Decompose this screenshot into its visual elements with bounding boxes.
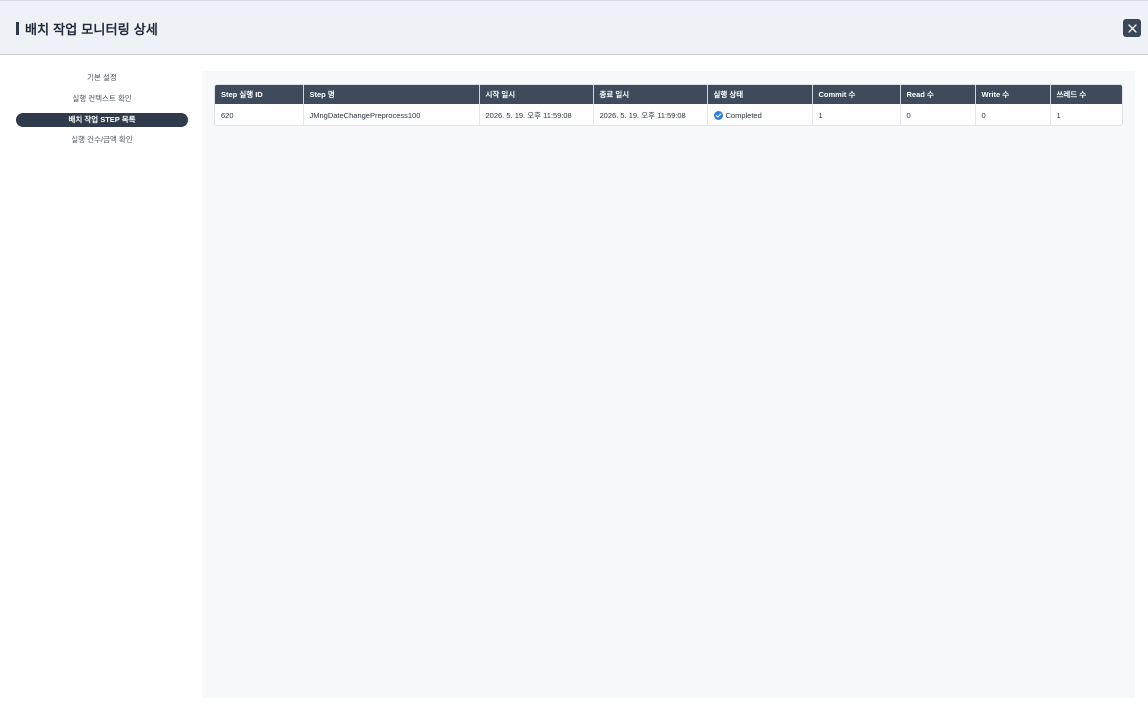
cell-read-count: 0 bbox=[900, 104, 976, 125]
column-header-step-exec-id[interactable]: Step 실행 ID bbox=[215, 85, 304, 104]
sidebar-item-step-list[interactable]: 배치 작업 STEP 목록 bbox=[16, 113, 188, 127]
column-header-step-name[interactable]: Step 명 bbox=[303, 85, 480, 104]
cell-start-time: 2026. 5. 19. 오후 11:59:08 bbox=[479, 104, 594, 125]
table-header-row: Step 실행 ID Step 명 시작 일시 종료 일시 실행 상태 Comm… bbox=[215, 85, 1122, 104]
close-button[interactable] bbox=[1123, 19, 1141, 37]
table-row[interactable]: 620 JMngDateChangePreprocess100 2026. 5.… bbox=[215, 104, 1122, 125]
app-window: 배치 작업 모니터링 상세 기본 설정 실행 컨텍스트 확인 배치 작업 STE… bbox=[0, 0, 1148, 712]
step-table-container: Step 실행 ID Step 명 시작 일시 종료 일시 실행 상태 Comm… bbox=[214, 84, 1123, 126]
column-header-read-count[interactable]: Read 수 bbox=[900, 85, 976, 104]
sidebar-item-basic-settings[interactable]: 기본 설정 bbox=[16, 71, 188, 85]
sidebar-item-execution-context[interactable]: 실행 컨텍스트 확인 bbox=[16, 92, 188, 106]
sidebar-nav: 기본 설정 실행 컨텍스트 확인 배치 작업 STEP 목록 실행 건수/금액 … bbox=[0, 55, 202, 712]
status-badge: Completed bbox=[713, 104, 806, 125]
cell-end-time: 2026. 5. 19. 오후 11:59:08 bbox=[593, 104, 708, 125]
cell-step-name: JMngDateChangePreprocess100 bbox=[303, 104, 480, 125]
column-header-end-time[interactable]: 종료 일시 bbox=[593, 85, 708, 104]
cell-write-count: 0 bbox=[975, 104, 1051, 125]
column-header-commit-count[interactable]: Commit 수 bbox=[812, 85, 901, 104]
main-content: Step 실행 ID Step 명 시작 일시 종료 일시 실행 상태 Comm… bbox=[202, 71, 1135, 698]
cell-thread-count: 1 bbox=[1050, 104, 1122, 125]
sidebar-item-count-amount[interactable]: 실행 건수/금액 확인 bbox=[16, 133, 188, 147]
column-header-thread-count[interactable]: 쓰레드 수 bbox=[1050, 85, 1122, 104]
title-accent-bar bbox=[16, 22, 19, 35]
cell-step-exec-id: 620 bbox=[215, 104, 304, 125]
column-header-write-count[interactable]: Write 수 bbox=[975, 85, 1051, 104]
column-header-status[interactable]: 실행 상태 bbox=[707, 85, 813, 104]
cell-status: Completed bbox=[707, 104, 813, 125]
check-circle-icon bbox=[713, 110, 723, 120]
column-header-start-time[interactable]: 시작 일시 bbox=[479, 85, 594, 104]
cell-commit-count: 1 bbox=[812, 104, 901, 125]
header: 배치 작업 모니터링 상세 bbox=[0, 0, 1148, 55]
close-icon bbox=[1127, 23, 1137, 33]
page-title: 배치 작업 모니터링 상세 bbox=[25, 22, 159, 37]
status-text: Completed bbox=[725, 110, 762, 120]
step-table: Step 실행 ID Step 명 시작 일시 종료 일시 실행 상태 Comm… bbox=[215, 85, 1122, 125]
